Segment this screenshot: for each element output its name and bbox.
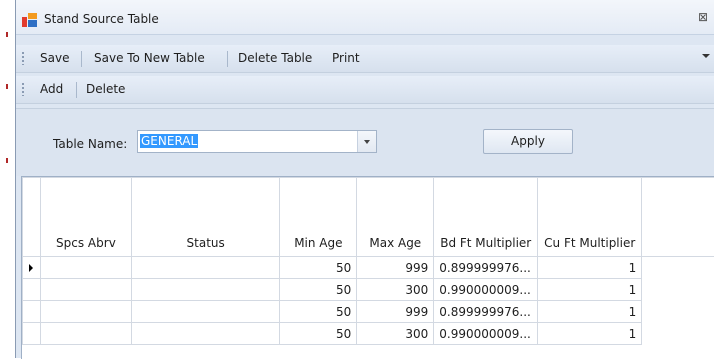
toolbar-separator [81, 51, 82, 67]
bd-ft-multiplier-cell[interactable]: 0.899999976... [434, 301, 538, 323]
stand-source-window: Stand Source Table ⊠ Save Save To New Ta… [15, 0, 714, 358]
min-age-cell[interactable]: 50 [280, 323, 357, 345]
main-toolbar: Save Save To New Table Delete Table Prin… [16, 45, 714, 73]
spcs-abrv-cell[interactable] [40, 323, 131, 345]
close-icon[interactable]: ⊠ [698, 10, 708, 24]
max-age-cell[interactable]: 999 [357, 257, 434, 279]
empty-space [642, 323, 714, 345]
empty-space [642, 257, 714, 279]
left-edge-strip [0, 0, 15, 358]
row-header-corner [23, 178, 41, 257]
save-button[interactable]: Save [40, 51, 69, 65]
row-indicator[interactable] [23, 323, 41, 345]
row-pointer-icon [29, 264, 33, 272]
status-cell[interactable] [131, 257, 280, 279]
toolbar-grip[interactable] [22, 52, 24, 65]
table-name-label: Table Name: [53, 137, 127, 151]
max-age-cell[interactable]: 300 [357, 323, 434, 345]
min-age-cell[interactable]: 50 [280, 301, 357, 323]
spcs-abrv-cell[interactable] [40, 301, 131, 323]
max-age-cell[interactable]: 999 [357, 301, 434, 323]
min-age-cell[interactable]: 50 [280, 257, 357, 279]
empty-space [642, 279, 714, 301]
row-indicator[interactable] [23, 257, 41, 279]
window-title: Stand Source Table [44, 12, 159, 26]
cu-ft-multiplier-cell[interactable]: 1 [538, 279, 642, 301]
delete-table-button[interactable]: Delete Table [238, 51, 312, 65]
bd-ft-multiplier-cell[interactable]: 0.899999976... [434, 257, 538, 279]
cu-ft-multiplier-cell[interactable]: 1 [538, 257, 642, 279]
column-header[interactable]: Cu Ft Multiplier [538, 178, 642, 257]
edge-mark [6, 32, 8, 37]
stand-source-grid: Spcs Abrv Status Min Age Max Age Bd Ft M… [21, 176, 714, 359]
table-selection-panel: Table Name: GENERAL Apply [16, 108, 714, 176]
table-row[interactable]: 50 999 0.899999976... 1 [23, 257, 714, 279]
toolbar-separator [76, 82, 77, 98]
table-name-value[interactable]: GENERAL [140, 134, 198, 148]
print-button[interactable]: Print [332, 51, 360, 65]
header-row: Spcs Abrv Status Min Age Max Age Bd Ft M… [23, 178, 714, 257]
toolbar-overflow-icon[interactable] [702, 54, 710, 58]
toolbar-separator [227, 51, 228, 67]
column-header[interactable]: Min Age [280, 178, 357, 257]
chevron-down-icon [364, 140, 370, 144]
table-name-combo[interactable]: GENERAL [137, 130, 377, 153]
table-row[interactable]: 50 999 0.899999976... 1 [23, 301, 714, 323]
edge-mark [6, 158, 8, 163]
max-age-cell[interactable]: 300 [357, 279, 434, 301]
table-row[interactable]: 50 300 0.990000009... 1 [23, 279, 714, 301]
add-button[interactable]: Add [40, 82, 63, 96]
save-to-new-table-button[interactable]: Save To New Table [94, 51, 205, 65]
edge-mark [6, 84, 8, 89]
table-app-icon [22, 13, 38, 27]
column-header[interactable]: Max Age [357, 178, 434, 257]
row-indicator[interactable] [23, 301, 41, 323]
apply-button[interactable]: Apply [483, 129, 573, 154]
cu-ft-multiplier-cell[interactable]: 1 [538, 323, 642, 345]
status-cell[interactable] [131, 301, 280, 323]
row-toolbar: Add Delete [16, 76, 714, 104]
data-grid-table: Spcs Abrv Status Min Age Max Age Bd Ft M… [22, 177, 714, 345]
title-bar: Stand Source Table ⊠ [16, 0, 714, 35]
column-header[interactable]: Bd Ft Multiplier [434, 178, 538, 257]
bd-ft-multiplier-cell[interactable]: 0.990000009... [434, 279, 538, 301]
status-cell[interactable] [131, 323, 280, 345]
column-header[interactable]: Spcs Abrv [40, 178, 131, 257]
delete-button[interactable]: Delete [86, 82, 125, 96]
table-row[interactable]: 50 300 0.990000009... 1 [23, 323, 714, 345]
empty-header-space [642, 178, 714, 257]
combo-dropdown-button[interactable] [357, 131, 376, 152]
spcs-abrv-cell[interactable] [40, 279, 131, 301]
empty-space [642, 301, 714, 323]
cu-ft-multiplier-cell[interactable]: 1 [538, 301, 642, 323]
min-age-cell[interactable]: 50 [280, 279, 357, 301]
status-cell[interactable] [131, 279, 280, 301]
toolbar-grip[interactable] [22, 83, 24, 96]
spcs-abrv-cell[interactable] [40, 257, 131, 279]
bd-ft-multiplier-cell[interactable]: 0.990000009... [434, 323, 538, 345]
row-indicator[interactable] [23, 279, 41, 301]
column-header[interactable]: Status [131, 178, 280, 257]
